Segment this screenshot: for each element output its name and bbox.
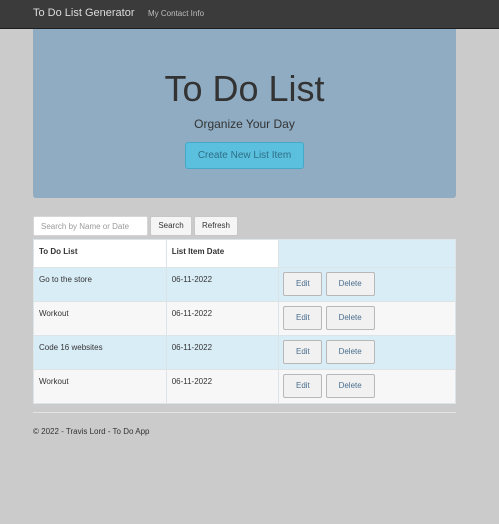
edit-button[interactable]: Edit — [283, 306, 323, 330]
actions-cell: Edit Delete — [278, 301, 456, 336]
page-subtitle: Organize Your Day — [194, 117, 295, 131]
create-new-item-button[interactable]: Create New List Item — [185, 142, 304, 169]
todo-date-cell: 06-11-2022 — [165, 369, 280, 404]
refresh-button[interactable]: Refresh — [194, 216, 238, 236]
actions-cell: Edit Delete — [278, 267, 456, 302]
table-row: Code 16 websites 06-11-2022 Edit Delete — [33, 335, 456, 370]
edit-button[interactable]: Edit — [283, 340, 323, 364]
todo-date-cell: 06-11-2022 — [165, 301, 280, 336]
footer-divider — [33, 412, 456, 413]
todo-item-cell: Workout — [33, 369, 167, 404]
navbar: To Do List Generator My Contact Info — [0, 0, 499, 29]
actions-cell: Edit Delete — [278, 335, 456, 370]
table-row: Go to the store 06-11-2022 Edit Delete — [33, 267, 456, 302]
nav-link-contact-info[interactable]: My Contact Info — [148, 9, 204, 18]
footer-text: © 2022 - Travis Lord - To Do App — [33, 427, 150, 436]
column-header-actions — [278, 239, 456, 268]
column-header-date: List Item Date — [165, 239, 280, 268]
table-header-row: To Do List List Item Date — [33, 239, 456, 268]
actions-cell: Edit Delete — [278, 369, 456, 404]
column-header-todo: To Do List — [33, 239, 167, 268]
delete-button[interactable]: Delete — [325, 374, 375, 398]
edit-button[interactable]: Edit — [283, 374, 323, 398]
search-button[interactable]: Search — [150, 216, 192, 236]
todo-item-cell: Code 16 websites — [33, 335, 167, 370]
todo-date-cell: 06-11-2022 — [165, 335, 280, 370]
delete-button[interactable]: Delete — [325, 306, 375, 330]
table-row: Workout 06-11-2022 Edit Delete — [33, 301, 456, 336]
edit-button[interactable]: Edit — [283, 272, 323, 296]
todo-date-cell: 06-11-2022 — [165, 267, 280, 302]
table-row: Workout 06-11-2022 Edit Delete — [33, 369, 456, 404]
hero-banner: To Do List Organize Your Day Create New … — [33, 29, 456, 198]
search-input[interactable] — [33, 216, 148, 236]
todo-item-cell: Workout — [33, 301, 167, 336]
delete-button[interactable]: Delete — [325, 272, 375, 296]
brand-link[interactable]: To Do List Generator — [33, 7, 135, 19]
todo-item-cell: Go to the store — [33, 267, 167, 302]
page-title: To Do List — [164, 68, 325, 109]
todo-table: To Do List List Item Date Go to the stor… — [33, 239, 456, 404]
delete-button[interactable]: Delete — [325, 340, 375, 364]
